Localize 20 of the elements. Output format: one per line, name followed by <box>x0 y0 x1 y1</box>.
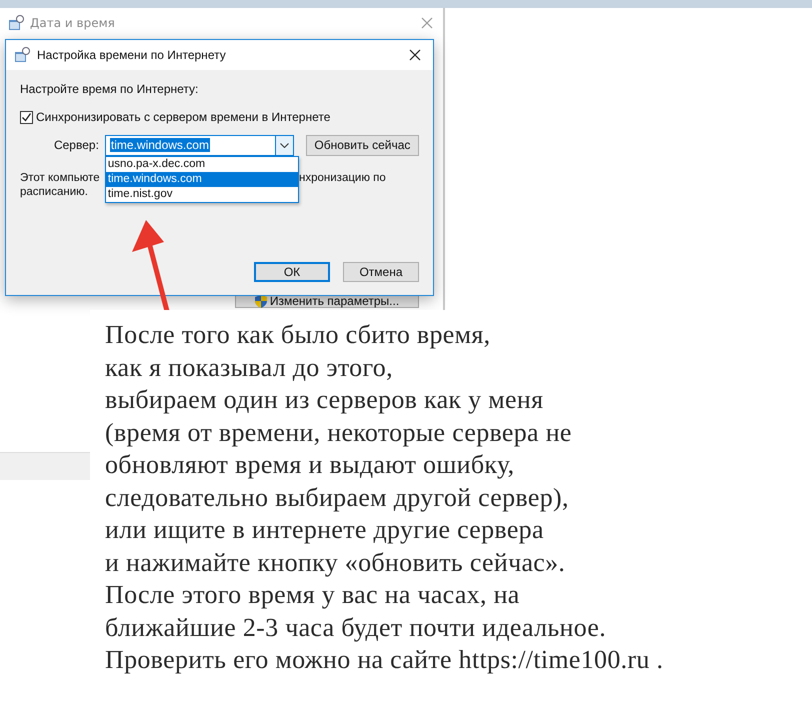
annotation-text: После того как было сбито время, как я показывал до этого, выбираем один из серверов как у меня (время от времени, некоторые сервера не обновляют время и выдают ошибку, следовательно выбираем другой сервер), или ищите в интернете другие сервера и нажимайте кнопку «обновить сейчас». После этого время у вас на часах, на ближайшие 2-3 часа будет почти идеальное. Проверить его можно на сайте https://time100.ru . <box>105 319 664 676</box>
ok-button[interactable]: ОК <box>254 262 330 282</box>
close-icon[interactable] <box>409 49 421 61</box>
dialog-title: Настройка времени по Интернету <box>37 48 227 62</box>
info-text: Этот компьюте <box>20 171 101 185</box>
info-text: расписанию. <box>20 185 89 199</box>
section-heading: Настройте время по Интернету: <box>20 82 200 96</box>
calendar-clock-icon <box>8 15 24 31</box>
sync-checkbox[interactable] <box>20 110 33 124</box>
cancel-button[interactable]: Отмена <box>343 262 419 282</box>
dropdown-option[interactable]: time.nist.gov <box>106 186 298 202</box>
dropdown-option[interactable]: time.windows.com <box>106 172 298 186</box>
caret-icon <box>280 142 289 148</box>
calendar-clock-icon <box>14 47 30 63</box>
server-label: Сервер: <box>52 138 99 152</box>
checkbox-label: Синхронизировать с сервером времени в Интернете <box>36 110 330 124</box>
update-now-button[interactable]: Обновить сейчас <box>306 134 419 156</box>
dropdown-option[interactable]: usno.pa-x.dec.com <box>106 156 298 172</box>
info-text: нхронизацию по <box>299 171 386 186</box>
window-title: Дата и время <box>30 16 116 30</box>
